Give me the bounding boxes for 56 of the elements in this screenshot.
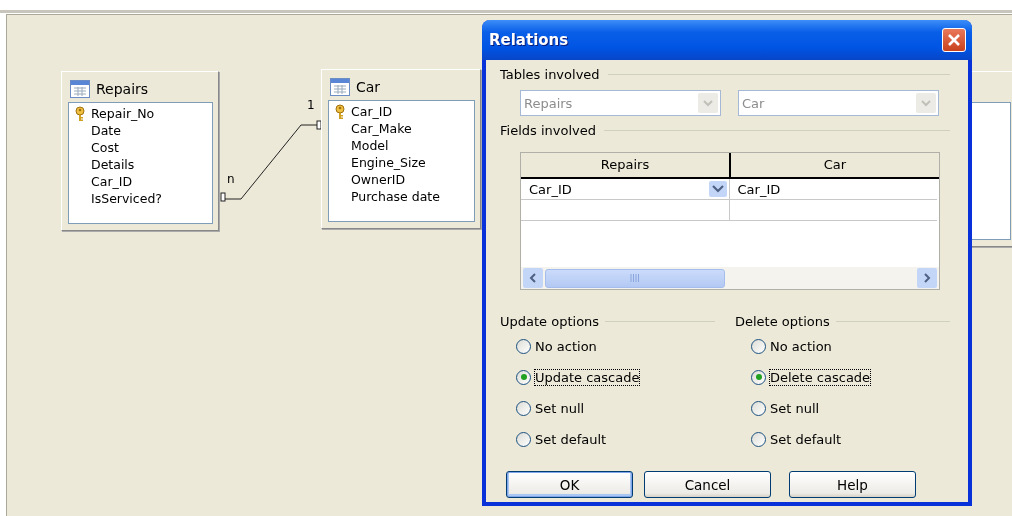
field-name[interactable]: Purchase date	[351, 189, 440, 204]
radio-button[interactable]	[751, 400, 766, 416]
table-window[interactable]: Car Car_ID Car_Make Model Engine_Size OwnerID Purchase date	[321, 69, 481, 229]
scroll-thumb[interactable]	[545, 268, 725, 288]
group-label: Update options	[500, 313, 600, 329]
field-name[interactable]: Car_Make	[351, 121, 412, 136]
cardinality-label: 1	[307, 99, 315, 111]
radio-button[interactable]	[751, 431, 766, 447]
option-label[interactable]: Update cascade	[535, 369, 640, 385]
field-name[interactable]: IsServiced?	[91, 191, 162, 206]
table-icon	[70, 80, 90, 98]
option-label[interactable]: Set null	[535, 400, 585, 416]
horizontal-scrollbar[interactable]	[521, 267, 939, 289]
chevron-left-icon	[528, 272, 538, 284]
scroll-left-button[interactable]	[523, 268, 543, 288]
field-name[interactable]: OwnerID	[351, 172, 406, 187]
field-name[interactable]: Car_ID	[91, 174, 133, 189]
close-button[interactable]	[942, 28, 966, 52]
table-window[interactable]: Repairs Repair_No Date Cost Details Car_ID IsServiced?	[61, 71, 219, 231]
field-name[interactable]: Engine_Size	[351, 155, 426, 170]
option-label[interactable]: Delete cascade	[770, 369, 871, 385]
radio-button[interactable]	[516, 400, 531, 416]
option-label[interactable]: Set null	[770, 400, 820, 416]
field-name[interactable]: Car_ID	[351, 104, 393, 119]
group-label: Delete options	[735, 313, 830, 329]
window-title: Relations	[489, 31, 569, 49]
dialog-button[interactable]: Help	[789, 471, 916, 498]
field-name[interactable]: Details	[91, 157, 135, 172]
field-name[interactable]: Date	[91, 123, 121, 138]
option-label[interactable]: Set default	[770, 431, 842, 447]
radio-button[interactable]	[516, 338, 531, 354]
dialog-button[interactable]: Cancel	[644, 471, 771, 498]
option-label[interactable]: Set default	[535, 431, 607, 447]
table-icon	[330, 78, 350, 96]
radio-button[interactable]	[751, 338, 766, 354]
radio-button[interactable]	[516, 431, 531, 447]
radio-button[interactable]	[516, 369, 531, 385]
table-title: Car	[356, 79, 381, 95]
dialog-button[interactable]: OK	[506, 471, 633, 498]
cardinality-label: n	[227, 173, 235, 185]
close-icon	[947, 33, 961, 47]
chevron-right-icon	[922, 272, 932, 284]
scroll-right-button[interactable]	[917, 268, 937, 288]
field-name[interactable]: Cost	[91, 140, 119, 155]
field-cell[interactable]: Car_ID	[525, 181, 709, 197]
section-label: Tables involved	[500, 66, 600, 82]
option-label[interactable]: No action	[535, 338, 597, 354]
column-header[interactable]: Car	[729, 153, 939, 177]
radio-button[interactable]	[751, 369, 766, 385]
table-title: Repairs	[96, 81, 149, 97]
column-header[interactable]: Repairs	[521, 153, 729, 177]
option-label[interactable]: No action	[770, 338, 832, 354]
field-cell[interactable]: Car_ID	[733, 181, 935, 197]
field-name[interactable]: Repair_No	[91, 106, 155, 121]
field-name[interactable]: Model	[351, 138, 389, 153]
section-label: Fields involved	[500, 122, 596, 138]
